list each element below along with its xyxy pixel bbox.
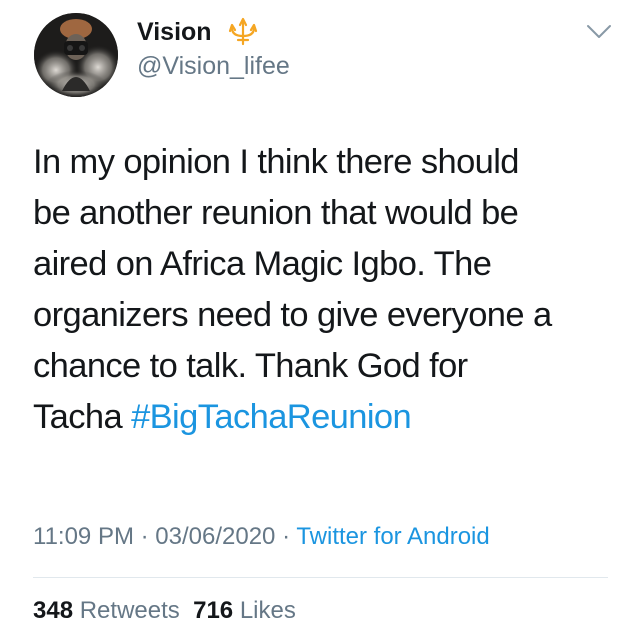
display-name[interactable]: Vision: [137, 17, 212, 47]
likes-stat[interactable]: 716 Likes: [193, 597, 296, 624]
retweets-count: 348: [33, 597, 74, 624]
tweet-source-link[interactable]: Twitter for Android: [296, 523, 489, 550]
tweet-line: In my opinion I think there should: [33, 143, 520, 181]
meta-separator: ·: [275, 523, 297, 550]
likes-count: 716: [193, 597, 234, 624]
retweets-label: Retweets: [73, 597, 180, 624]
tweet-text: In my opinion I think there should be an…: [33, 137, 623, 443]
tweet-time[interactable]: 11:09 PM: [33, 523, 134, 550]
tweet-stats: 348 Retweets 716 Likes: [33, 596, 296, 626]
divider: [33, 577, 608, 578]
tweet-line: organizers need to give everyone a: [33, 296, 552, 334]
user-handle[interactable]: @Vision_lifee: [137, 51, 290, 81]
trident-icon: [228, 17, 258, 46]
profile-photo: [34, 13, 118, 97]
hashtag-link[interactable]: #BigTachaReunion: [131, 398, 412, 436]
retweets-stat[interactable]: 348 Retweets: [33, 597, 180, 624]
tweet-line-last: Tacha #BigTachaReunion: [33, 392, 623, 443]
tweet-line: aired on Africa Magic Igbo. The: [33, 245, 492, 283]
tweet-meta: 11:09 PM · 03/06/2020 · Twitter for Andr…: [33, 522, 490, 552]
likes-label: Likes: [233, 597, 296, 624]
tweet-line: be another reunion that would be: [33, 194, 519, 232]
chevron-down-icon[interactable]: [586, 22, 612, 42]
tweet-date[interactable]: 03/06/2020: [155, 523, 275, 550]
tweet-line: chance to talk. Thank God for: [33, 347, 468, 385]
avatar[interactable]: [34, 13, 118, 97]
tweet-line-text: Tacha: [33, 398, 132, 436]
meta-separator: ·: [133, 523, 156, 550]
